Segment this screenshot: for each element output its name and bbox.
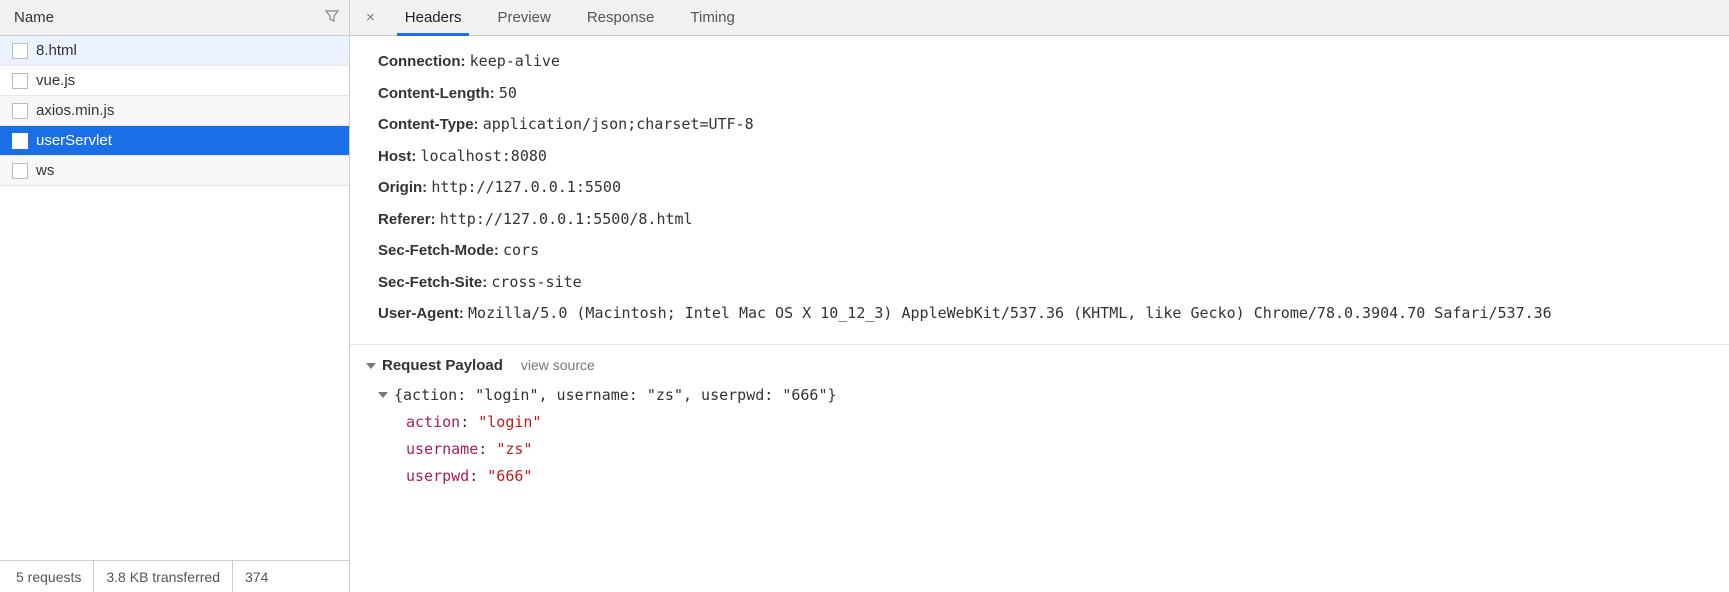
request-row[interactable]: axios.min.js xyxy=(0,96,349,126)
tab-preview[interactable]: Preview xyxy=(479,0,568,35)
payload-section-header[interactable]: Request Payload view source xyxy=(350,345,1729,382)
header-value: http://127.0.0.1:5500 xyxy=(431,178,621,196)
header-value: Mozilla/5.0 (Macintosh; Intel Mac OS X 1… xyxy=(468,304,1552,322)
header-key: Host: xyxy=(378,148,421,165)
caret-down-icon xyxy=(366,363,376,369)
header-key: Referer: xyxy=(378,211,440,228)
header-value: cross-site xyxy=(491,273,581,291)
request-row[interactable]: userServlet xyxy=(0,126,349,156)
request-detail-panel: × HeadersPreviewResponseTiming Connectio… xyxy=(350,0,1729,592)
file-icon xyxy=(12,133,28,149)
caret-down-icon xyxy=(378,392,388,398)
header-key: Content-Length: xyxy=(378,85,499,102)
header-line: Referer: http://127.0.0.1:5500/8.html xyxy=(378,204,1729,236)
property-value: "zs" xyxy=(496,440,532,458)
header-key: Connection: xyxy=(378,53,470,70)
header-value: localhost:8080 xyxy=(421,147,547,165)
request-list: 8.html vue.js axios.min.js userServlet ws xyxy=(0,36,349,560)
network-requests-panel: Name 8.html vue.js axios.min.js userServlet… xyxy=(0,0,350,592)
transferred-size: 3.8 KB transferred xyxy=(94,561,233,592)
request-headers-block: Connection: keep-aliveContent-Length: 50… xyxy=(350,36,1729,345)
request-name: axios.min.js xyxy=(36,102,114,119)
header-line: Sec-Fetch-Mode: cors xyxy=(378,235,1729,267)
payload-property: action: "login" xyxy=(406,409,1729,436)
header-value: application/json;charset=UTF-8 xyxy=(483,115,754,133)
header-value: http://127.0.0.1:5500/8.html xyxy=(440,210,693,228)
file-icon xyxy=(12,103,28,119)
header-key: Sec-Fetch-Site: xyxy=(378,274,491,291)
payload-section-title: Request Payload xyxy=(366,357,503,374)
tab-response[interactable]: Response xyxy=(569,0,673,35)
payload-property: userpwd: "666" xyxy=(406,463,1729,490)
header-line: Sec-Fetch-Site: cross-site xyxy=(378,267,1729,299)
property-value: "login" xyxy=(478,413,541,431)
requests-header: Name xyxy=(0,0,349,36)
header-key: Sec-Fetch-Mode: xyxy=(378,242,503,259)
header-line: Connection: keep-alive xyxy=(378,46,1729,78)
footer-extra: 374 xyxy=(233,561,280,592)
header-value: cors xyxy=(503,241,539,259)
header-line: Origin: http://127.0.0.1:5500 xyxy=(378,172,1729,204)
property-value: "666" xyxy=(487,467,532,485)
column-name-header[interactable]: Name xyxy=(14,9,54,26)
header-key: Content-Type: xyxy=(378,116,483,133)
property-key: username xyxy=(406,440,478,458)
header-line: Host: localhost:8080 xyxy=(378,141,1729,173)
request-name: 8.html xyxy=(36,42,77,59)
view-source-link[interactable]: view source xyxy=(521,357,595,373)
payload-block: {action: "login", username: "zs", userpw… xyxy=(350,382,1729,500)
request-name: vue.js xyxy=(36,72,75,89)
requests-footer: 5 requests 3.8 KB transferred 374 xyxy=(0,560,349,592)
file-icon xyxy=(12,43,28,59)
detail-tabs: × HeadersPreviewResponseTiming xyxy=(350,0,1729,36)
header-line: Content-Type: application/json;charset=U… xyxy=(378,109,1729,141)
detail-content[interactable]: Connection: keep-aliveContent-Length: 50… xyxy=(350,36,1729,592)
tab-headers[interactable]: Headers xyxy=(387,0,480,35)
header-value: keep-alive xyxy=(470,52,560,70)
file-icon xyxy=(12,163,28,179)
request-name: ws xyxy=(36,162,54,179)
request-name: userServlet xyxy=(36,132,112,149)
file-icon xyxy=(12,73,28,89)
header-value: 50 xyxy=(499,84,517,102)
request-row[interactable]: vue.js xyxy=(0,66,349,96)
property-key: userpwd xyxy=(406,467,469,485)
request-row[interactable]: 8.html xyxy=(0,36,349,66)
request-count: 5 requests xyxy=(4,561,94,592)
header-key: Origin: xyxy=(378,179,431,196)
header-line: Content-Length: 50 xyxy=(378,78,1729,110)
header-line: User-Agent: Mozilla/5.0 (Macintosh; Inte… xyxy=(378,298,1729,330)
header-key: User-Agent: xyxy=(378,305,468,322)
filter-icon[interactable] xyxy=(325,9,339,26)
request-row[interactable]: ws xyxy=(0,156,349,186)
property-key: action xyxy=(406,413,460,431)
close-icon[interactable]: × xyxy=(354,9,387,26)
tab-timing[interactable]: Timing xyxy=(672,0,752,35)
payload-summary[interactable]: {action: "login", username: "zs", userpw… xyxy=(378,382,1729,409)
payload-property: username: "zs" xyxy=(406,436,1729,463)
